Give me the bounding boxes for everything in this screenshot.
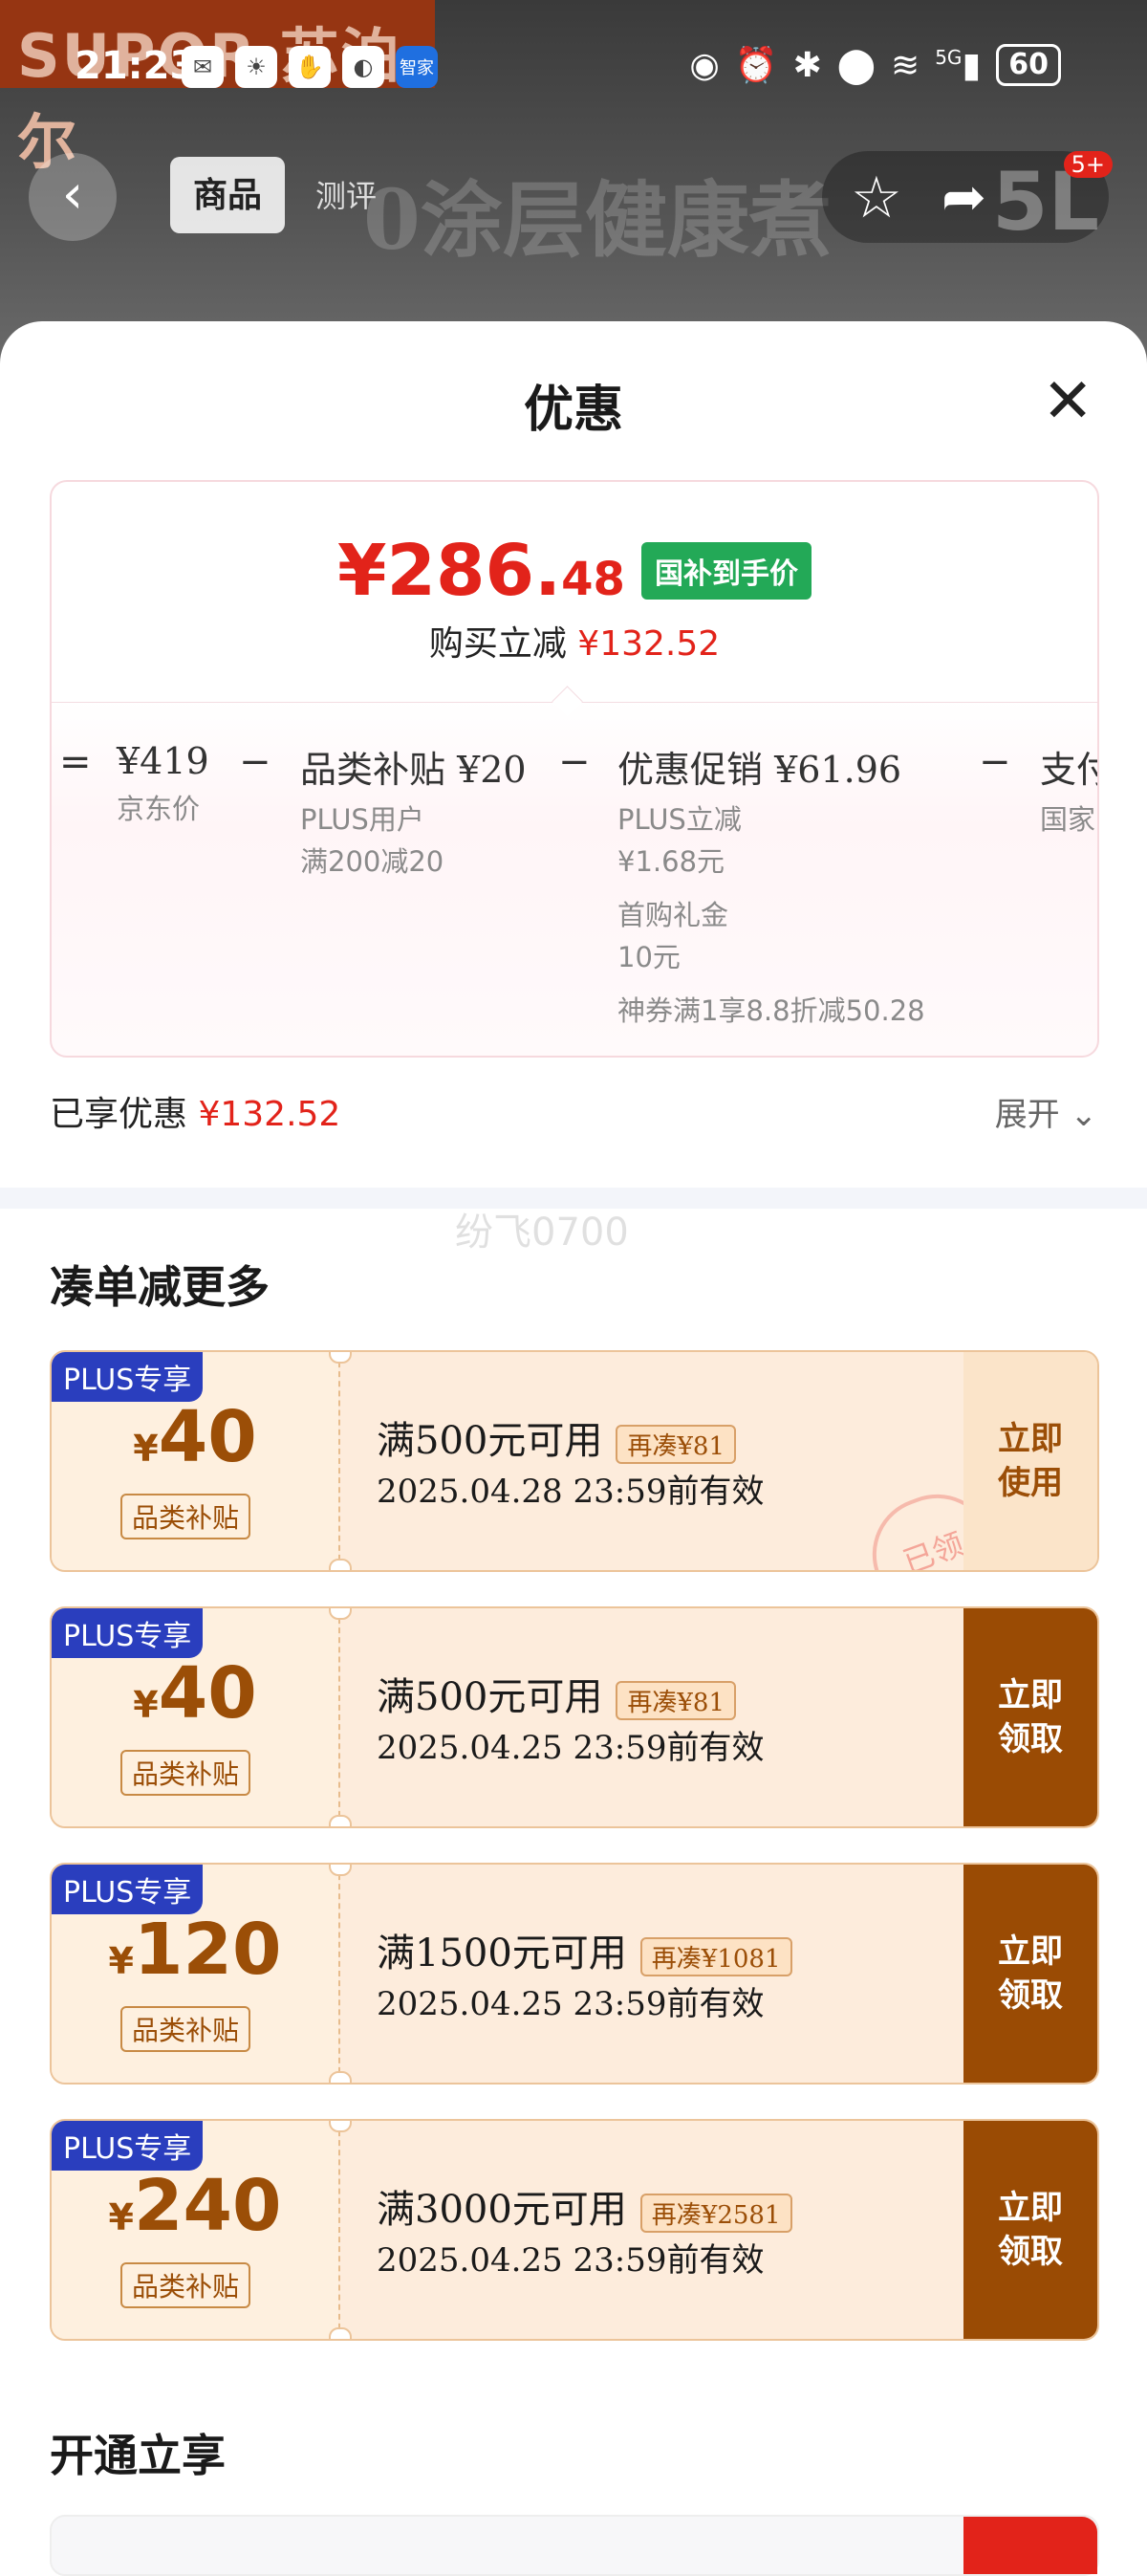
system-icons: ◉ ⏰ ✱ ⬤ ≋ 5G▮ 60 [689,44,1061,86]
coupon-condition: 满500元可用 再凑¥81 [377,1666,736,1721]
favorite-star-icon[interactable]: ☆ [851,164,902,231]
discount-sheet: 优惠 ✕ ¥286.48 国补到手价 购买立减 ¥132.52 = ¥419 京… [0,321,1147,2547]
coupon-card: PLUS专享 ¥120 品类补贴 满1500元可用 再凑¥1081 2025.04… [50,1863,1099,2085]
final-price-row: ¥286.48 国补到手价 [52,530,1097,612]
coupon-category: 品类补贴 [120,1750,251,1796]
product-banner-title: 0涂层健康煮 [363,172,832,269]
sheet-title: 优惠 [523,381,623,439]
formula-payment: 支付 国家 [1040,749,1097,836]
more-discount-title: 凑单减更多 [50,1261,270,1313]
coupon-validity: 2025.04.25 23:59前有效 [377,1729,765,1767]
plus-exclusive-tag: PLUS专享 [52,2121,204,2171]
equals-sign: = [59,740,92,784]
close-icon[interactable]: ✕ [1042,371,1093,432]
minus-sign: − [558,740,591,784]
plus-exclusive-tag: PLUS专享 [52,1352,204,1402]
coupon-card: PLUS专享 ¥240 品类补贴 满3000元可用 再凑¥2581 2025.04… [50,2119,1099,2341]
coupon-amount: ¥40 [133,1396,257,1478]
membership-offer-card[interactable] [50,2515,1099,2576]
status-time: 21:23 [75,44,197,88]
coupon-top-up-badge: 再凑¥1081 [639,1936,792,1976]
coupon-card: PLUS专享 ¥40 品类补贴 满500元可用 再凑¥81 2025.04.28 … [50,1350,1099,1572]
wifi-icon: ≋ [891,45,920,85]
status-bar: 21:23 ✉ ☀ ✋ ◐ 智家 ◉ ⏰ ✱ ⬤ ≋ 5G▮ 60 [0,38,1147,105]
minus-sign: − [239,740,271,784]
expand-button[interactable]: 展开 ⌄ [995,1088,1097,1135]
open-membership-button[interactable] [963,2517,1097,2574]
plus-exclusive-tag: PLUS专享 [52,1608,204,1658]
hand-icon: ✋ [289,46,331,88]
coupon-amount: ¥40 [133,1652,257,1735]
minus-sign: − [979,740,1011,784]
coupon-top-up-badge: 再凑¥81 [616,1424,736,1464]
final-price: ¥286.48 [337,530,625,612]
signal-icon: 5G▮ [935,45,982,85]
coupon-amount: ¥120 [108,1909,282,1991]
chevron-left-icon: ‹ [61,164,84,226]
coupon-condition: 满3000元可用 再凑¥2581 [377,2178,792,2234]
nav-actions: ☆ ➦ 5L 5+ [822,151,1113,249]
use-now-button[interactable]: 立即使用 [963,1352,1097,1570]
coupon-validity: 2025.04.25 23:59前有效 [377,2241,765,2280]
battery-indicator: 60 [996,44,1061,86]
notification-icons: ✉ ☀ ✋ ◐ 智家 [182,46,438,88]
formula-category-subsidy: 品类补贴 ¥20 PLUS用户 满200减20 [300,749,527,878]
alarm-icon: ⏰ [734,46,778,85]
coupon-condition: 满500元可用 再凑¥81 [377,1409,736,1465]
plus-exclusive-tag: PLUS专享 [52,1865,204,1914]
bluetooth-icon: ✱ [792,45,822,85]
chevron-down-icon: ⌄ [1070,1096,1098,1134]
product-header-background: SUPOR 苏泊尔 21:23 ✉ ☀ ✋ ◐ 智家 ◉ ⏰ ✱ ⬤ ≋ 5G▮… [0,0,1147,363]
coupon-category: 品类补贴 [120,1494,251,1539]
formula-promotion: 优惠促销 ¥61.96 PLUS立减 ¥1.68元 首购礼金 10元 神券满1享… [617,749,925,1027]
pointer-caret [552,686,583,717]
subsidy-price-tag: 国补到手价 [640,542,812,600]
watermark: 纷飞0700 [455,1211,629,1255]
share-icon[interactable]: ➦ [941,166,986,229]
coupon-condition: 满1500元可用 再凑¥1081 [377,1922,792,1977]
eye-icon: ◉ [689,45,720,85]
enjoyed-discount: 已享优惠 ¥132.52 [50,1095,341,1134]
price-breakdown-card: ¥286.48 国补到手价 购买立减 ¥132.52 = ¥419 京东价 − … [50,480,1099,1058]
product-nav: ‹ 0涂层健康煮 商品 测评 ☆ ➦ 5L 5+ [0,143,1147,269]
coupon-category: 品类补贴 [120,2262,251,2308]
weather-icon: ☀ [235,46,277,88]
coupon-validity: 2025.04.28 23:59前有效 [377,1473,765,1511]
tab-goods[interactable]: 商品 [170,157,285,233]
formula-jd-price: ¥419 京东价 [117,740,209,825]
claim-now-button[interactable]: 立即领取 [963,1608,1097,1826]
coupon-amount: ¥240 [108,2165,282,2247]
coupon-category: 品类补贴 [120,2006,251,2052]
coupon-validity: 2025.04.25 23:59前有效 [377,1985,765,2023]
coupon-card: PLUS专享 ¥40 品类补贴 满500元可用 再凑¥81 2025.04.25 … [50,1606,1099,1828]
instant-reduction-row: 购买立减 ¥132.52 [428,624,721,664]
coupon-top-up-badge: 再凑¥2581 [639,2193,792,2233]
smart-home-app-icon: 智家 [396,46,438,88]
claim-now-button[interactable]: 立即领取 [963,1865,1097,2083]
cart-count-badge: 5+ [1063,151,1113,178]
coupon-top-up-badge: 再凑¥81 [616,1680,736,1720]
wechat-icon: ✉ [182,46,224,88]
mobile-app-icon: ◐ [342,46,384,88]
open-membership-title: 开通立享 [50,2430,226,2481]
back-button[interactable]: ‹ [29,153,117,241]
tab-review[interactable]: 测评 [315,172,377,216]
location-icon: ⬤ [836,45,876,85]
claim-now-button[interactable]: 立即领取 [963,2121,1097,2339]
